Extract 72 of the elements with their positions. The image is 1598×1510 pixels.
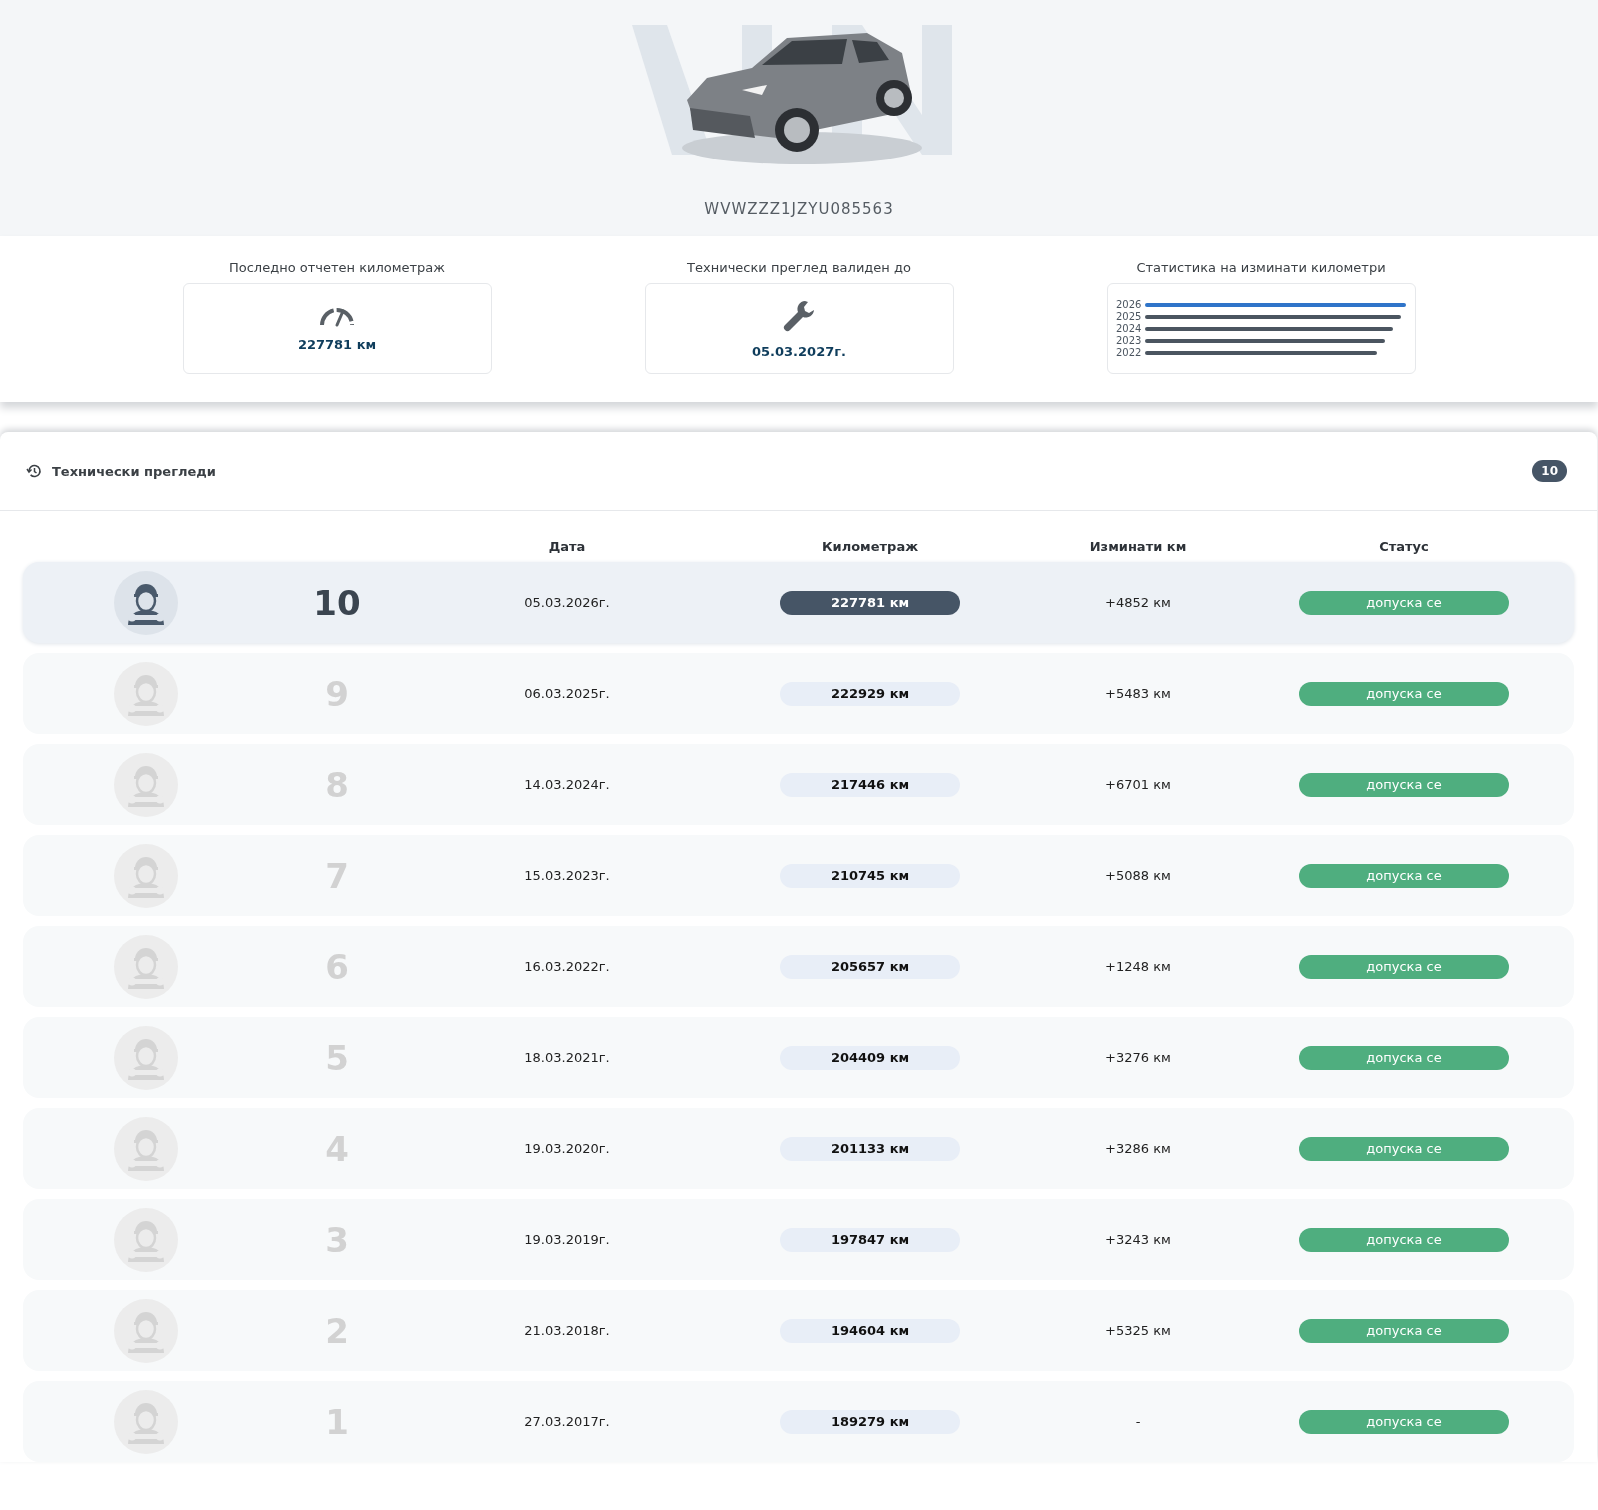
date-cell: 15.03.2023г. <box>524 868 610 883</box>
summary-label: Технически преглед валиден до <box>687 260 911 275</box>
distance-cell: +1248 км <box>1105 959 1171 974</box>
mileage-badge: 227781 км <box>780 590 960 615</box>
summary-label: Статистика на изминати километри <box>1136 260 1386 275</box>
date-cell: 27.03.2017г. <box>524 1414 610 1429</box>
mechanic-avatar-icon <box>114 1025 178 1090</box>
mileage-badge: 189279 км <box>780 1409 960 1434</box>
summary-label: Последно отчетен километраж <box>228 260 445 275</box>
mileage-badge: 222929 км <box>780 681 960 706</box>
inspection-row[interactable]: 10 05.03.2026г. 227781 км +4852 км допуска се <box>23 562 1574 643</box>
status-badge: допуска се <box>1299 590 1509 615</box>
column-header: Километраж <box>821 539 919 554</box>
mileage-badge: 194604 км <box>780 1318 960 1343</box>
mileage-badge: 217446 км <box>780 772 960 797</box>
mileage-badge: 204409 км <box>780 1045 960 1070</box>
year-label: 2024 <box>1116 322 1142 335</box>
status-badge: допуска се <box>1299 954 1509 979</box>
status-badge: допуска се <box>1299 1045 1509 1070</box>
speedometer-icon <box>319 305 355 327</box>
distance-cell: +4852 км <box>1105 595 1171 610</box>
distance-cell: +5088 км <box>1105 868 1171 883</box>
status-badge: допуска се <box>1299 1318 1509 1343</box>
date-cell: 14.03.2024г. <box>524 777 610 792</box>
year-label: 2022 <box>1116 346 1142 359</box>
section-title: Технически прегледи <box>52 463 217 479</box>
inspection-date: 05.03.2027г. <box>752 344 846 359</box>
mechanic-avatar-icon <box>114 661 178 726</box>
mileage-value: 227781 км <box>297 337 377 352</box>
distance-cell: +3276 км <box>1105 1050 1171 1065</box>
status-badge: допуска се <box>1299 1227 1509 1252</box>
status-badge: допуска се <box>1299 1409 1509 1434</box>
mechanic-avatar-icon <box>114 1207 178 1272</box>
distance-cell: +6701 км <box>1105 777 1171 792</box>
status-badge: допуска се <box>1299 863 1509 888</box>
column-header: Дата <box>548 539 586 554</box>
mechanic-avatar-icon <box>114 843 178 908</box>
column-header: Изминати км <box>1089 539 1187 554</box>
mileage-badge: 210745 км <box>780 863 960 888</box>
distance-cell: - <box>1135 1414 1141 1429</box>
year-label: 2025 <box>1116 310 1142 323</box>
mechanic-avatar-icon <box>114 1116 178 1181</box>
mechanic-avatar-icon <box>114 570 178 635</box>
date-cell: 16.03.2022г. <box>524 959 610 974</box>
status-badge: допуска се <box>1299 1136 1509 1161</box>
mechanic-avatar-icon <box>114 1298 178 1363</box>
date-cell: 05.03.2026г. <box>524 595 610 610</box>
history-icon <box>26 463 42 479</box>
date-cell: 21.03.2018г. <box>524 1323 610 1338</box>
mileage-badge: 205657 км <box>780 954 960 979</box>
date-cell: 19.03.2019г. <box>524 1232 610 1247</box>
year-label: 2023 <box>1116 334 1142 347</box>
distance-cell: +3243 км <box>1105 1232 1171 1247</box>
mileage-badge: 201133 км <box>780 1136 960 1161</box>
status-badge: допуска се <box>1299 772 1509 797</box>
column-header: Статус <box>1379 539 1429 554</box>
mechanic-avatar-icon <box>114 1389 178 1454</box>
mileage-badge: 197847 км <box>780 1227 960 1252</box>
mechanic-avatar-icon <box>114 752 178 817</box>
date-cell: 19.03.2020г. <box>524 1141 610 1156</box>
distance-cell: +3286 км <box>1105 1141 1171 1156</box>
distance-cell: +5325 км <box>1105 1323 1171 1338</box>
inspection-number: 10 <box>313 582 361 623</box>
date-cell: 18.03.2021г. <box>524 1050 610 1065</box>
mechanic-avatar-icon <box>114 934 178 999</box>
date-cell: 06.03.2025г. <box>524 686 610 701</box>
vin-number: WVWZZZ1JZYU085563 <box>704 200 894 218</box>
distance-cell: +5483 км <box>1105 686 1171 701</box>
count-badge: 10 <box>1532 460 1567 482</box>
year-label: 2026 <box>1116 298 1142 311</box>
wrench-icon <box>781 298 817 334</box>
status-badge: допуска се <box>1299 681 1509 706</box>
